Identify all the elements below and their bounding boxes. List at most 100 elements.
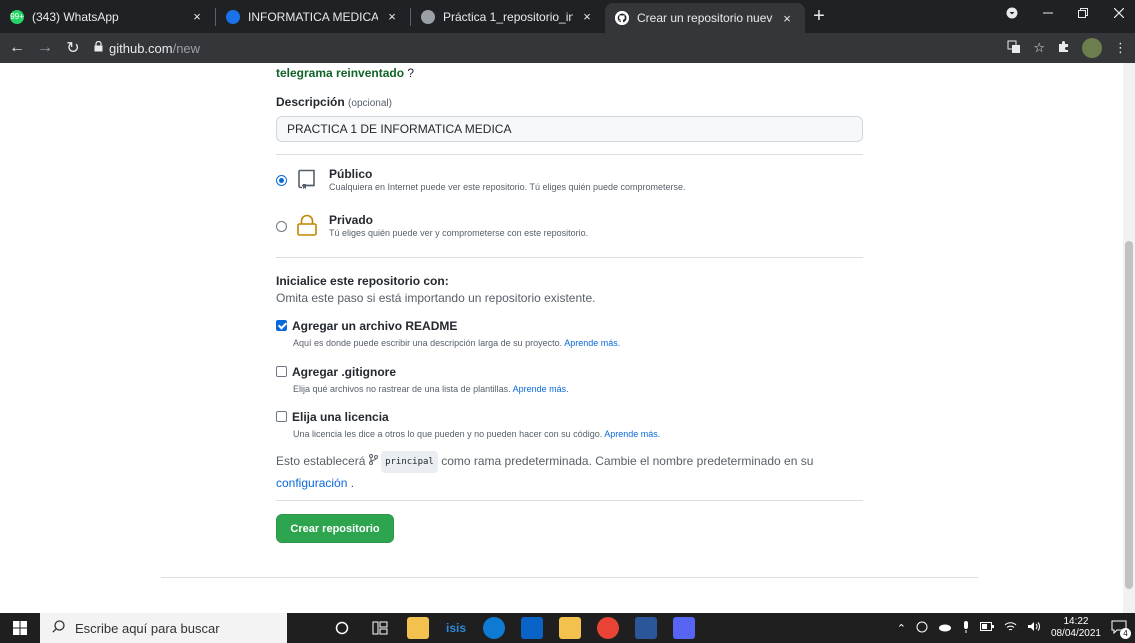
extensions-icon[interactable]	[1057, 40, 1070, 56]
close-icon[interactable]: ×	[384, 9, 400, 24]
tab-crear-repositorio[interactable]: Crear un repositorio nuevo ×	[605, 3, 805, 33]
name-suggestion-suffix: ?	[404, 66, 415, 80]
translate-icon[interactable]	[1007, 40, 1021, 57]
restore-icon[interactable]	[1078, 0, 1088, 26]
close-icon[interactable]: ×	[779, 11, 795, 26]
license-option[interactable]: Elija una licencia Una licencia les dice…	[276, 408, 660, 439]
new-tab-button[interactable]: +	[805, 5, 833, 28]
back-icon[interactable]: ←	[6, 39, 28, 57]
settings-link[interactable]: configuración	[276, 476, 347, 490]
readme-option[interactable]: Agregar un archivo README Aquí es donde …	[276, 317, 620, 348]
init-subtitle: Omita este paso si está importando un re…	[276, 291, 596, 305]
battery-icon[interactable]	[979, 622, 994, 634]
cortana-icon[interactable]	[331, 617, 353, 639]
star-icon[interactable]: ☆	[1033, 40, 1045, 56]
gitignore-learn-more-link[interactable]: Aprende más.	[513, 384, 569, 394]
license-checkbox[interactable]	[276, 411, 287, 422]
branch-end: .	[347, 476, 355, 490]
address-bar[interactable]: github.com/new	[94, 41, 200, 56]
wifi-icon[interactable]	[1004, 621, 1017, 635]
minimize-icon[interactable]	[1043, 0, 1053, 26]
description-label: Descripción (opcional)	[276, 95, 392, 109]
url-path: /new	[172, 40, 201, 56]
volume-icon[interactable]	[1027, 621, 1041, 635]
init-title: Inicialice este repositorio con:	[276, 274, 449, 288]
gitignore-title: Agregar .gitignore	[292, 365, 397, 379]
default-branch-info: Esto establecerá principal como rama pre…	[276, 451, 836, 493]
create-repository-button[interactable]: Crear repositorio	[276, 514, 394, 543]
license-learn-more-link[interactable]: Aprende más.	[604, 429, 660, 439]
close-icon[interactable]: ×	[189, 9, 205, 24]
task-view-icon[interactable]	[369, 617, 391, 639]
gitignore-checkbox[interactable]	[276, 366, 287, 377]
search-placeholder: Escribe aquí para buscar	[75, 620, 220, 636]
clock-time: 14:22	[1063, 616, 1089, 627]
whatsapp-icon: 99+	[10, 9, 24, 24]
branch-prefix: Esto establecerá	[276, 454, 366, 468]
visibility-public-option[interactable]: Público Cualquiera en Internet puede ver…	[276, 167, 686, 194]
divider	[276, 257, 863, 258]
tab-whatsapp[interactable]: 99+ (343) WhatsApp ×	[0, 0, 215, 33]
onedrive-icon[interactable]	[938, 622, 952, 635]
classroom-icon	[226, 9, 240, 24]
meet-now-icon[interactable]	[916, 621, 928, 636]
scrollbar-thumb[interactable]	[1125, 241, 1133, 589]
notifications-icon[interactable]: 4	[1111, 620, 1131, 639]
lock-icon	[295, 213, 319, 237]
tab-informatica-medica[interactable]: INFORMATICA MEDICA IBIO: MA ×	[216, 0, 410, 33]
file-explorer-icon[interactable]	[407, 617, 429, 639]
globe-icon	[421, 9, 435, 24]
name-suggestion-link[interactable]: telegrama reinventado	[276, 66, 404, 80]
forward-icon[interactable]: →	[34, 39, 56, 57]
public-radio[interactable]	[276, 175, 287, 186]
menu-kebab-icon[interactable]: ⋮	[1114, 40, 1127, 56]
notification-count: 4	[1120, 627, 1131, 639]
public-note: Cualquiera en Internet puede ver este re…	[329, 182, 686, 192]
discord-icon[interactable]	[673, 617, 695, 639]
browser-toolbar: ← → ↻ github.com/new ☆ ⋮	[0, 33, 1135, 63]
private-title: Privado	[329, 213, 374, 227]
readme-checkbox[interactable]	[276, 320, 287, 331]
readme-title: Agregar un archivo README	[292, 319, 458, 333]
windows-taskbar: Escribe aquí para buscar isis ⌃ 14:22 08…	[0, 613, 1135, 643]
gitignore-option[interactable]: Agregar .gitignore Elija qué archivos no…	[276, 363, 569, 394]
taskbar-clock[interactable]: 14:22 08/04/2021	[1051, 616, 1101, 640]
edge-icon[interactable]	[483, 617, 505, 639]
reload-icon[interactable]: ↻	[62, 38, 84, 58]
word-icon[interactable]	[635, 617, 657, 639]
lock-icon	[94, 40, 103, 55]
name-suggestion: telegrama reinventado ?	[276, 64, 414, 82]
taskbar-search[interactable]: Escribe aquí para buscar	[40, 613, 287, 643]
optional-tag: (opcional)	[348, 98, 392, 109]
taskbar-apps: isis	[331, 617, 695, 639]
description-input[interactable]	[276, 116, 863, 142]
readme-learn-more-link[interactable]: Aprende más.	[564, 338, 620, 348]
visibility-private-option[interactable]: Privado Tú eliges quién puede ver y comp…	[276, 213, 588, 240]
chevron-up-icon[interactable]: ⌃	[897, 622, 906, 635]
tab-title: INFORMATICA MEDICA IBIO: MA	[248, 9, 378, 24]
footer-divider	[161, 577, 978, 578]
license-title: Elija una licencia	[292, 410, 389, 424]
store-icon[interactable]	[559, 617, 581, 639]
window-close-icon[interactable]	[1114, 0, 1124, 26]
page-scrollbar[interactable]	[1123, 63, 1135, 613]
microphone-icon[interactable]	[962, 620, 970, 636]
avatar[interactable]	[1082, 38, 1102, 58]
description-label-text: Descripción	[276, 95, 345, 109]
private-note: Tú eliges quién puede ver y comprometers…	[329, 228, 589, 238]
toolbar-actions: ☆ ⋮	[1007, 33, 1127, 63]
windows-start-icon[interactable]	[0, 613, 40, 643]
branch-name: principal	[381, 451, 438, 473]
close-icon[interactable]: ×	[579, 9, 595, 24]
tab-title: (343) WhatsApp	[32, 9, 119, 24]
profile-menu-icon[interactable]	[1006, 0, 1018, 26]
tab-practica[interactable]: Práctica 1_repositorio_informatic ×	[411, 0, 605, 33]
divider	[276, 500, 863, 501]
tab-title: Crear un repositorio nuevo	[637, 11, 773, 25]
chrome-icon[interactable]	[597, 617, 619, 639]
mail-icon[interactable]	[521, 617, 543, 639]
isis-app-icon[interactable]: isis	[445, 617, 467, 639]
divider	[276, 154, 863, 155]
private-radio[interactable]	[276, 221, 287, 232]
branch-suffix: como rama predeterminada. Cambie el nomb…	[441, 454, 814, 468]
